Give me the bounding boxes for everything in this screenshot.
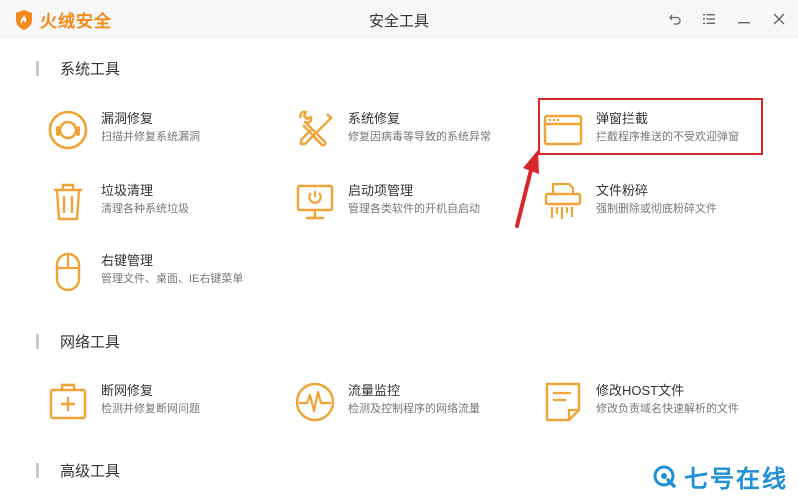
tool-name: 右键管理 <box>101 253 154 268</box>
trash-bin-icon <box>54 183 82 221</box>
section-title: 高级工具 <box>60 462 121 480</box>
tool-right-click-manager[interactable]: 右键管理 管理文件、桌面、IE右键菜单 <box>46 250 276 300</box>
minimize-icon <box>738 22 750 24</box>
traffic-pulse-icon <box>295 382 335 422</box>
tool-name: 垃圾清理 <box>101 183 154 198</box>
tool-description: 修复因病毒等导致的系统异常 <box>348 131 491 143</box>
tool-name: 系统修复 <box>348 111 401 126</box>
tool-description: 修改负责域名快速解析的文件 <box>596 403 739 415</box>
tool-startup-manager[interactable]: 启动项管理 管理各类软件的开机自启动 <box>293 180 523 230</box>
section-network-tools: 网络工具 <box>36 331 120 351</box>
tool-name: 漏洞修复 <box>101 111 154 126</box>
host-file-icon <box>545 382 581 422</box>
section-title: 系统工具 <box>60 60 121 78</box>
wrench-screwdriver-icon <box>299 110 333 147</box>
back-button[interactable] <box>664 8 686 30</box>
tool-name: 文件粉碎 <box>596 183 649 198</box>
tool-name: 修改HOST文件 <box>596 383 685 398</box>
title-bar: 火绒安全 安全工具 <box>0 0 798 38</box>
tool-description: 检测及控制程序的网络流量 <box>348 403 480 415</box>
highlight-box <box>538 98 763 155</box>
section-divider <box>36 60 39 76</box>
first-aid-kit-icon <box>49 383 87 420</box>
tool-system-repair[interactable]: 系统修复 修复因病毒等导致的系统异常 <box>293 108 523 158</box>
minimize-button[interactable] <box>733 8 755 30</box>
section-divider <box>36 462 39 478</box>
tool-file-shredder[interactable]: 文件粉碎 强制删除或彻底粉碎文件 <box>541 180 771 230</box>
lifebuoy-icon <box>48 110 88 150</box>
tool-junk-cleanup[interactable]: 垃圾清理 清理各种系统垃圾 <box>46 180 276 230</box>
watermark: 七号在线 <box>652 459 788 494</box>
monitor-startup-icon <box>296 184 334 220</box>
close-button[interactable] <box>768 8 790 30</box>
tool-name: 断网修复 <box>101 383 154 398</box>
section-advanced-tools: 高级工具 <box>36 460 120 480</box>
close-icon <box>773 13 785 25</box>
mouse-icon <box>55 252 81 292</box>
menu-button[interactable] <box>698 8 720 30</box>
tool-description: 管理各类软件的开机自启动 <box>348 203 480 215</box>
tool-network-repair[interactable]: 断网修复 检测并修复断网问题 <box>46 380 276 430</box>
tool-name: 启动项管理 <box>348 183 414 198</box>
tool-description: 清理各种系统垃圾 <box>101 203 189 215</box>
watermark-text: 七号在线 <box>684 466 788 493</box>
section-system-tools: 系统工具 <box>36 58 120 78</box>
tool-description: 强制删除或彻底粉碎文件 <box>596 203 717 215</box>
tool-name: 流量监控 <box>348 383 401 398</box>
shredder-icon <box>544 182 582 219</box>
section-divider <box>36 333 39 349</box>
back-arrow-icon <box>669 14 681 25</box>
tool-traffic-monitor[interactable]: 流量监控 检测及控制程序的网络流量 <box>293 380 523 430</box>
tool-description: 管理文件、桌面、IE右键菜单 <box>101 273 244 285</box>
tool-description: 扫描并修复系统漏洞 <box>101 131 200 143</box>
tool-vulnerability-fix[interactable]: 漏洞修复 扫描并修复系统漏洞 <box>46 108 276 158</box>
section-title: 网络工具 <box>60 333 121 351</box>
tool-description: 检测并修复断网问题 <box>101 403 200 415</box>
tool-host-file-editor[interactable]: 修改HOST文件 修改负责域名快速解析的文件 <box>541 380 771 430</box>
watermark-logo-icon <box>653 465 676 488</box>
menu-icon <box>703 14 715 24</box>
annotation-arrow-icon <box>515 150 539 228</box>
